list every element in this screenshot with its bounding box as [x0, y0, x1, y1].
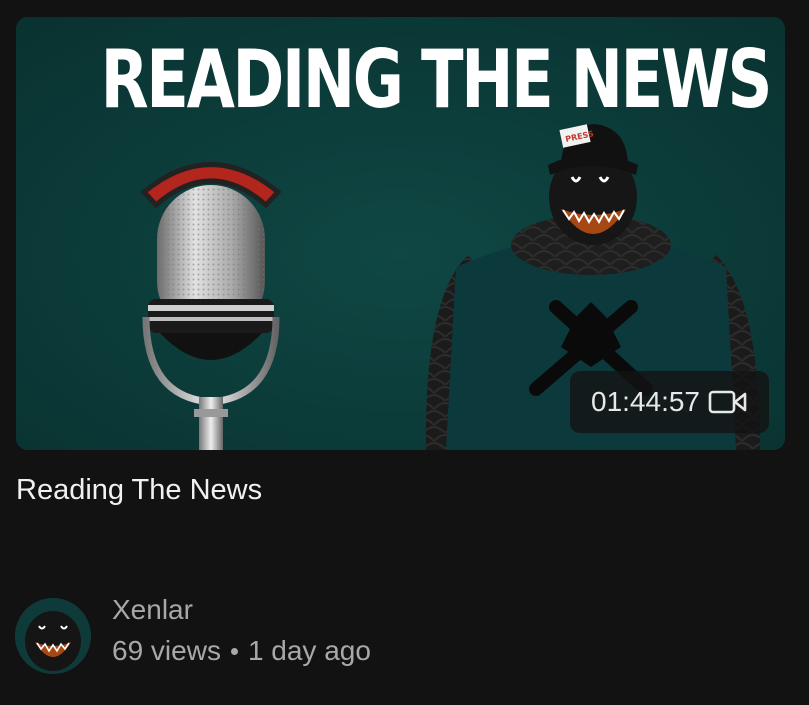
view-count: 69 views — [112, 635, 221, 666]
separator-dot-icon — [230, 647, 238, 655]
avatar-face-icon — [15, 598, 91, 674]
video-meta: 69 views 1 day ago — [112, 635, 371, 667]
watch-progress-bar — [16, 445, 785, 450]
channel-avatar[interactable] — [15, 598, 91, 674]
video-card[interactable]: PRESS READING THE NEWS 01:44:57 Reading … — [0, 0, 809, 705]
video-title[interactable]: Reading The News — [16, 474, 262, 507]
duration-text: 01:44:57 — [591, 386, 700, 417]
video-camera-icon — [708, 390, 747, 414]
thumbnail-headline: READING THE NEWS — [100, 33, 773, 126]
channel-name[interactable]: Xenlar — [112, 594, 193, 626]
upload-age: 1 day ago — [247, 635, 371, 666]
watch-progress-fill — [16, 445, 19, 450]
duration-badge: 01:44:57 — [570, 371, 769, 433]
video-thumbnail[interactable]: PRESS READING THE NEWS 01:44:57 — [16, 17, 785, 450]
